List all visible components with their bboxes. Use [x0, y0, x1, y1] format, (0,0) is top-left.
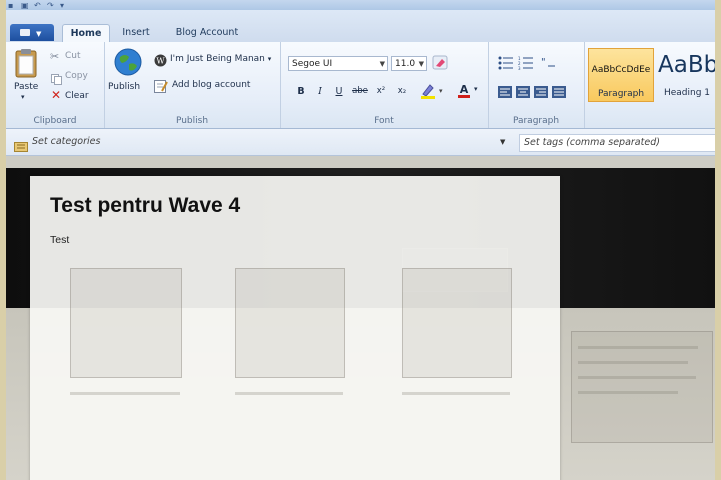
set-categories-field[interactable]: Set categories [32, 136, 100, 147]
undo-icon[interactable]: ↶ [34, 1, 42, 9]
cut-button[interactable]: Cut [65, 51, 81, 61]
title-bar: ▪ ▣ ↶ ↷ ▾ [6, 0, 715, 10]
paragraph-group-label: Paragraph [512, 116, 560, 126]
font-group: Segoe UI ▼ 11.0 ▼ B I U abe x² x₂ ▾ A ▾ … [280, 42, 489, 128]
post-body[interactable]: Test [50, 234, 69, 246]
post-title[interactable]: Test pentru Wave 4 [50, 194, 240, 218]
theme-ghost-line [578, 361, 688, 364]
globe-icon[interactable] [114, 48, 142, 80]
add-blog-account-button[interactable]: Add blog account [172, 80, 250, 90]
superscript-button[interactable]: x² [373, 84, 389, 99]
copy-icon [51, 70, 62, 89]
publish-button[interactable]: Publish [108, 82, 140, 92]
numbered-list-icon[interactable]: 123 [518, 55, 534, 74]
tab-blog-account[interactable]: Blog Account [166, 24, 248, 41]
publish-group-label: Publish [175, 116, 209, 126]
bold-button[interactable]: B [293, 84, 309, 99]
theme-ghost-element [70, 268, 182, 378]
theme-ghost-line [235, 392, 343, 395]
ribbon-tab-row: ▼ Home Insert Blog Account [6, 10, 715, 43]
svg-text:": " [541, 57, 546, 68]
font-family-value: Segoe UI [292, 59, 333, 69]
clipboard-group-label: Clipboard [33, 116, 77, 126]
clipboard-group: Paste ▾ ✂ Cut Copy ✕ Clear Clipboard [6, 42, 105, 128]
paste-dropdown-icon[interactable]: ▾ [21, 93, 25, 101]
set-tags-field[interactable]: Set tags (comma separated) [524, 137, 660, 148]
blockquote-icon[interactable]: " [540, 55, 556, 74]
font-size-value: 11.0 [395, 59, 416, 69]
style-name: Heading 1 [663, 88, 711, 98]
style-sample: AaBbCcDdEe [591, 65, 651, 75]
tab-insert[interactable]: Insert [116, 24, 156, 41]
add-blog-icon [154, 78, 168, 97]
file-menu-icon [20, 29, 30, 36]
theme-ghost-line [70, 392, 180, 395]
align-center-icon[interactable] [516, 83, 530, 102]
theme-ghost-line [578, 391, 678, 394]
paste-icon[interactable] [15, 48, 37, 82]
chevron-down-icon: ▾ [267, 55, 272, 63]
theme-ghost-line [402, 392, 510, 395]
tags-input-box[interactable]: Set tags (comma separated) [519, 134, 715, 152]
chevron-down-icon: ▼ [418, 60, 424, 68]
align-left-icon[interactable] [498, 83, 512, 102]
clear-icon: ✕ [51, 88, 62, 102]
save-icon[interactable]: ▣ [21, 1, 29, 9]
categories-icon [14, 137, 28, 156]
scissors-icon: ✂ [50, 50, 60, 63]
style-paragraph[interactable]: AaBbCcDdEe Paragraph [588, 48, 654, 102]
style-sample: AaBb [658, 52, 715, 78]
font-color-swatch [458, 95, 470, 98]
style-name: Paragraph [597, 89, 645, 99]
theme-ghost-line [578, 376, 696, 379]
app-icon: ▪ [8, 0, 14, 10]
justify-icon[interactable] [552, 83, 566, 102]
clear-formatting-icon[interactable] [432, 55, 449, 75]
paste-button[interactable]: Paste [14, 82, 38, 92]
svg-text:▾: ▾ [439, 87, 443, 95]
font-color-button[interactable]: A [456, 82, 472, 98]
theme-ghost-element [235, 268, 345, 378]
categories-bar: Set categories ▼ Set tags (comma separat… [6, 129, 715, 156]
italic-button[interactable]: I [312, 84, 328, 99]
ribbon: Paste ▾ ✂ Cut Copy ✕ Clear Clipboard Pub… [6, 42, 715, 129]
chevron-down-icon[interactable]: ▾ [474, 85, 478, 93]
blog-selector[interactable]: I'm Just Being Manan ▾ [170, 54, 271, 64]
file-menu-button[interactable]: ▼ [10, 24, 54, 41]
highlight-color-icon[interactable]: ▾ [420, 82, 444, 104]
font-size-select[interactable]: 11.0 ▼ [391, 56, 427, 71]
clear-button[interactable]: Clear [65, 91, 89, 101]
tab-home[interactable]: Home [62, 24, 110, 42]
app-window: ▪ ▣ ↶ ↷ ▾ ▼ Home Insert Blog Account Pas… [6, 0, 715, 480]
chevron-down-icon: ▼ [36, 30, 42, 38]
customize-icon[interactable]: ▾ [60, 1, 68, 9]
quick-access-toolbar: ▪ ▣ ↶ ↷ ▾ [8, 0, 68, 10]
paragraph-group: 123 " Paragraph [488, 42, 585, 128]
redo-icon[interactable]: ↷ [47, 1, 55, 9]
svg-text:3: 3 [518, 66, 521, 70]
font-group-label: Font [374, 116, 394, 126]
copy-button[interactable]: Copy [65, 71, 88, 81]
font-family-select[interactable]: Segoe UI ▼ [288, 56, 388, 71]
post-editor-page[interactable]: Test pentru Wave 4 Test [30, 176, 560, 480]
wordpress-icon: W [154, 52, 167, 71]
subscript-button[interactable]: x₂ [394, 84, 410, 99]
strikethrough-button[interactable]: abe [352, 84, 368, 99]
theme-ghost-element [402, 268, 512, 378]
chevron-down-icon[interactable]: ▼ [500, 138, 505, 146]
theme-ghost-line [578, 346, 698, 349]
publish-group: Publish W I'm Just Being Manan ▾ Add blo… [104, 42, 281, 128]
underline-button[interactable]: U [331, 84, 347, 99]
editor-area: Test pentru Wave 4 Test [6, 156, 715, 480]
bullet-list-icon[interactable] [498, 55, 514, 74]
chevron-down-icon: ▼ [379, 60, 385, 68]
style-heading-1[interactable]: AaBb Heading 1 [656, 48, 715, 100]
align-right-icon[interactable] [534, 83, 548, 102]
blog-name: I'm Just Being Manan [170, 54, 265, 64]
svg-text:W: W [156, 57, 165, 66]
